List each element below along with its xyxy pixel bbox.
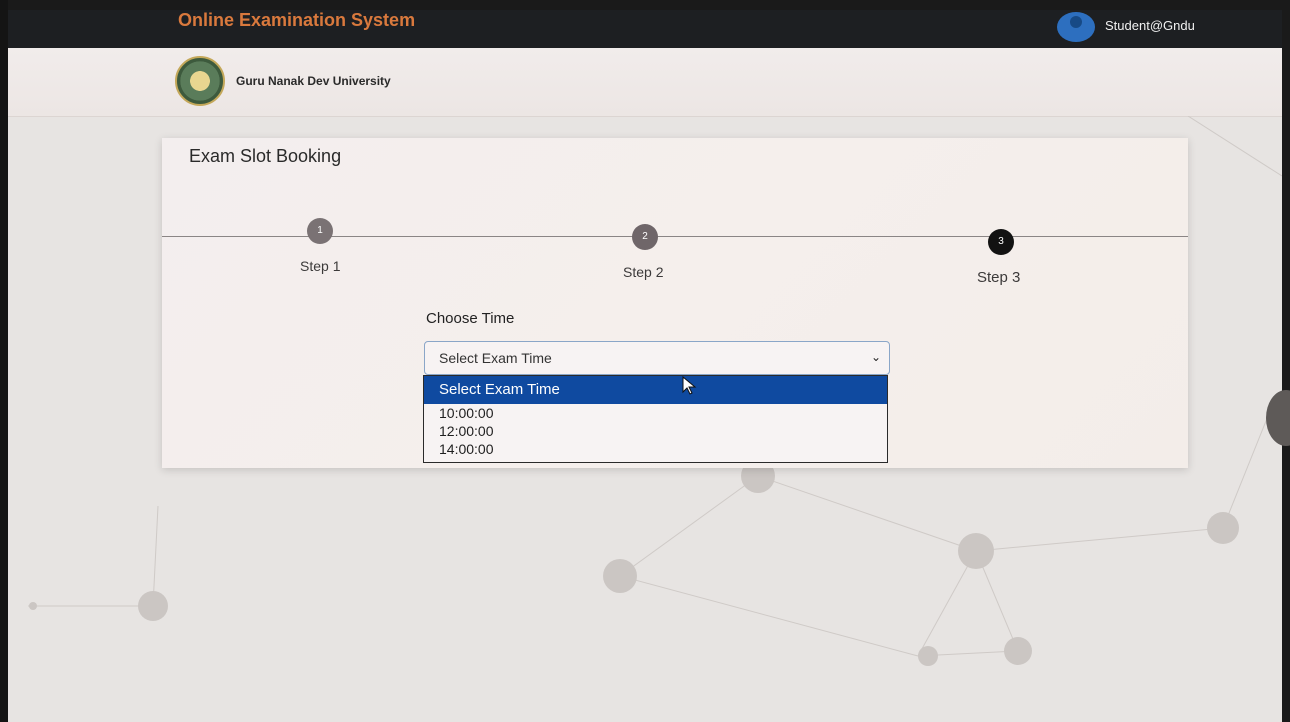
step-2-indicator[interactable]: 2 bbox=[632, 224, 658, 250]
exam-time-dropdown: Select Exam Time 10:00:00 12:00:00 14:00… bbox=[423, 375, 888, 463]
page-title: Exam Slot Booking bbox=[189, 146, 342, 166]
university-header: Guru Nanak Dev University bbox=[8, 48, 1282, 117]
dropdown-option-14[interactable]: 14:00:00 bbox=[424, 440, 887, 458]
brand-title[interactable]: Online Examination System bbox=[178, 10, 415, 31]
step-3-label: Step 3 bbox=[977, 269, 1021, 286]
exam-time-select[interactable]: Select Exam Time ⌄ bbox=[424, 341, 890, 375]
top-navbar: Online Examination System Student@Gndu bbox=[8, 10, 1282, 48]
mouse-cursor-icon bbox=[682, 376, 697, 395]
step-3-indicator[interactable]: 3 bbox=[988, 229, 1014, 255]
chevron-down-icon: ⌄ bbox=[870, 350, 881, 364]
university-name: Guru Nanak Dev University bbox=[236, 74, 391, 88]
screen-bezel-right bbox=[1282, 0, 1290, 722]
dropdown-option-12[interactable]: 12:00:00 bbox=[424, 422, 887, 440]
choose-time-label: Choose Time bbox=[426, 310, 515, 327]
step-1-label: Step 1 bbox=[300, 258, 341, 274]
user-avatar-icon[interactable] bbox=[1057, 12, 1095, 42]
select-current-value: Select Exam Time bbox=[439, 350, 552, 366]
dropdown-option-10[interactable]: 10:00:00 bbox=[424, 404, 887, 422]
university-logo bbox=[175, 56, 225, 106]
dropdown-option-select-exam-time[interactable]: Select Exam Time bbox=[424, 376, 887, 404]
screen-bezel-left bbox=[0, 0, 8, 722]
step-1-indicator[interactable]: 1 bbox=[307, 218, 333, 244]
step-2-label: Step 2 bbox=[623, 264, 664, 280]
user-name[interactable]: Student@Gndu bbox=[1105, 18, 1195, 33]
screen-bezel-top bbox=[0, 0, 1290, 10]
